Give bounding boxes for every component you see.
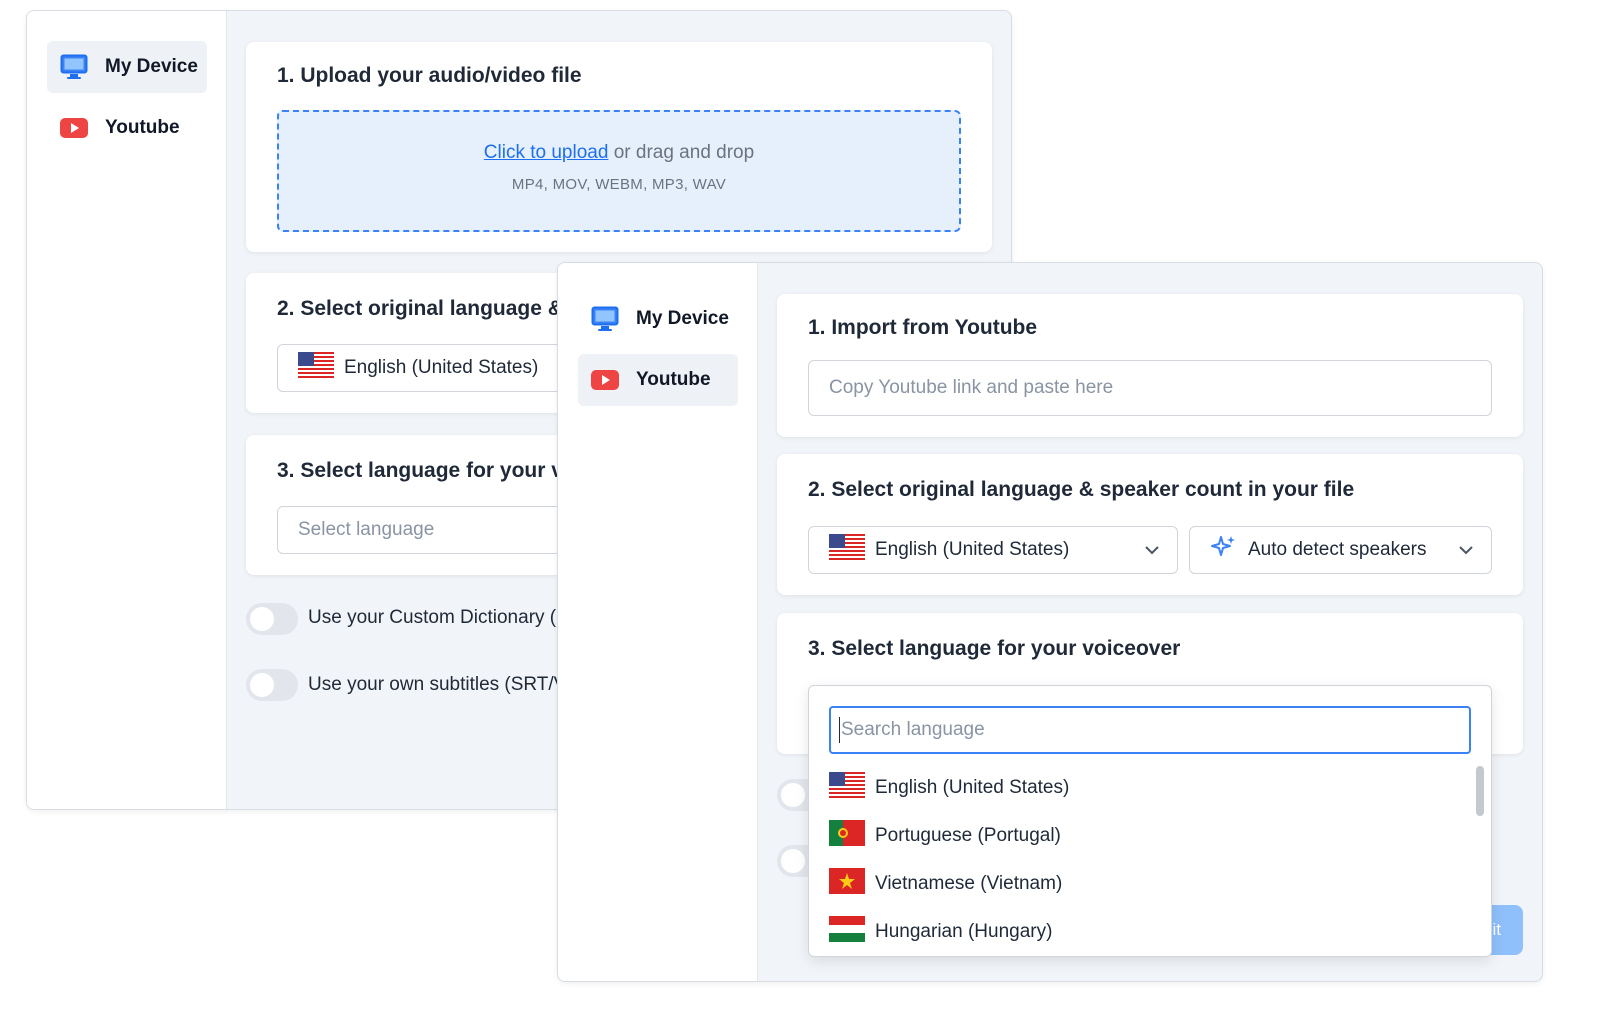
upload-dropzone[interactable]: Click to upload or drag and drop MP4, MO… — [277, 110, 961, 232]
us-flag-icon — [829, 534, 865, 566]
voiceover-language-title: 3. Select language for your v — [277, 459, 563, 482]
sidebar-item-youtube[interactable]: Youtube — [578, 354, 738, 406]
own-subtitles-label: Use your own subtitles (SRT/V — [308, 674, 567, 695]
custom-dictionary-toggle[interactable] — [246, 603, 298, 635]
speaker-count-value: Auto detect speakers — [1248, 539, 1427, 560]
original-language-select[interactable]: English (United States) — [808, 526, 1178, 574]
own-subtitles-toggle[interactable] — [246, 669, 298, 701]
language-option-label: Portuguese (Portugal) — [875, 825, 1061, 846]
selected-language: English (United States) — [875, 539, 1070, 560]
sparkle-icon — [1210, 534, 1238, 566]
submit-button-label: it — [1492, 920, 1502, 939]
youtube-link-input[interactable]: Copy Youtube link and paste here — [808, 360, 1492, 416]
language-option-label: English (United States) — [875, 777, 1070, 798]
language-option-english[interactable]: English (United States) — [829, 768, 1069, 808]
click-to-upload-link[interactable]: Click to upload — [484, 142, 609, 163]
us-flag-icon — [298, 352, 334, 384]
sidebar-item-label: Youtube — [105, 117, 180, 138]
original-language-title: 2. Select original language & — [277, 297, 563, 320]
supported-formats: MP4, MOV, WEBM, MP3, WAV — [511, 176, 727, 193]
back-sidebar: My Device Youtube — [27, 11, 227, 809]
search-language-placeholder: Search language — [841, 719, 985, 740]
original-language-select[interactable]: English (United States) — [277, 344, 597, 392]
search-language-input[interactable]: Search language — [829, 706, 1471, 754]
language-option-label: Vietnamese (Vietnam) — [875, 873, 1063, 894]
sidebar-item-label: My Device — [636, 308, 729, 329]
upload-card-title: 1. Upload your audio/video file — [277, 64, 582, 87]
selected-language: English (United States) — [344, 357, 539, 378]
portugal-flag-icon — [829, 820, 865, 852]
original-language-card: 2. Select original language & speaker co… — [777, 454, 1523, 595]
sidebar-item-my-device[interactable]: My Device — [578, 293, 738, 345]
chevron-down-icon — [1143, 541, 1161, 565]
custom-dictionary-label: Use your Custom Dictionary ( — [308, 607, 557, 628]
voiceover-language-select[interactable]: Select language — [277, 506, 597, 554]
language-dropdown: Search language English (United States) … — [808, 685, 1492, 957]
voiceover-language-title: 3. Select language for your voiceover — [808, 637, 1181, 660]
text-caret — [839, 717, 840, 743]
select-language-placeholder: Select language — [298, 519, 435, 540]
vietnam-flag-icon — [829, 868, 865, 900]
youtube-icon — [59, 115, 89, 141]
import-youtube-card: 1. Import from Youtube Copy Youtube link… — [777, 294, 1523, 437]
hungary-flag-icon — [829, 916, 865, 948]
dropzone-text: Click to upload or drag and drop — [279, 142, 959, 164]
dropdown-scrollbar[interactable] — [1476, 766, 1484, 816]
youtube-link-placeholder: Copy Youtube link and paste here — [829, 377, 1114, 398]
drag-drop-text: or drag and drop — [613, 142, 755, 163]
import-youtube-title: 1. Import from Youtube — [808, 316, 1038, 339]
speaker-count-select[interactable]: Auto detect speakers — [1189, 526, 1492, 574]
original-language-title: 2. Select original language & speaker co… — [808, 478, 1355, 501]
sidebar-item-label: My Device — [105, 56, 198, 77]
language-option-vietnamese[interactable]: Vietnamese (Vietnam) — [829, 864, 1062, 904]
front-panel: My Device Youtube 1. Import from Youtube… — [557, 262, 1543, 982]
sidebar-item-my-device[interactable]: My Device — [47, 41, 207, 93]
us-flag-icon — [829, 772, 865, 804]
language-option-portuguese[interactable]: Portuguese (Portugal) — [829, 816, 1061, 856]
language-option-hungarian[interactable]: Hungarian (Hungary) — [829, 912, 1052, 952]
sidebar-item-youtube[interactable]: Youtube — [47, 102, 207, 154]
language-option-label: Hungarian (Hungary) — [875, 921, 1053, 942]
chevron-down-icon — [1457, 541, 1475, 565]
front-sidebar: My Device Youtube — [558, 263, 758, 981]
sidebar-item-label: Youtube — [636, 369, 711, 390]
monitor-icon — [59, 54, 89, 80]
youtube-icon — [590, 367, 620, 393]
upload-card: 1. Upload your audio/video file Click to… — [246, 42, 992, 252]
monitor-icon — [590, 306, 620, 332]
